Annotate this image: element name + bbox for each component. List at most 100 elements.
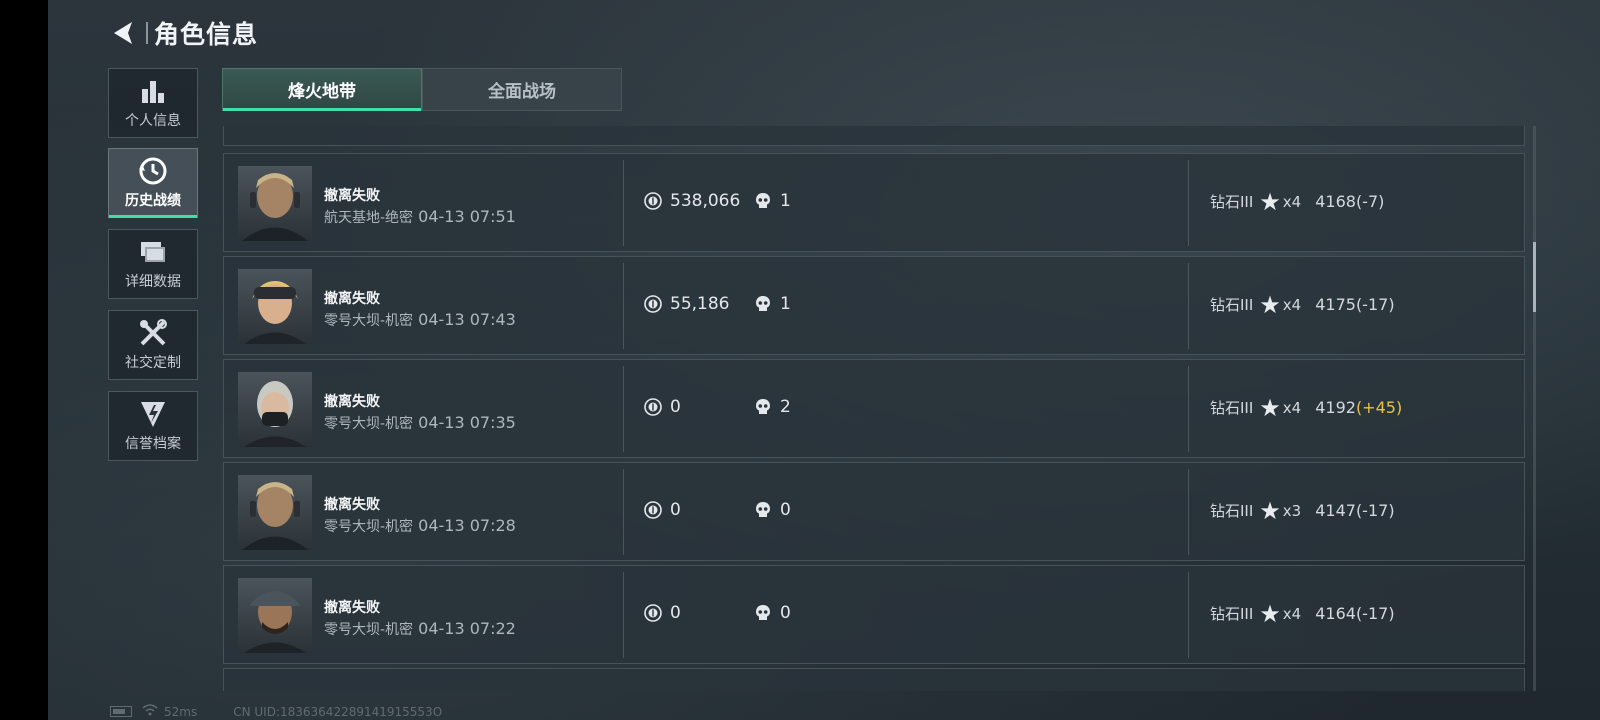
wifi-icon: [142, 704, 158, 719]
rank-score: 4147: [1315, 501, 1356, 520]
coin-icon: [644, 295, 662, 313]
nav-item-history[interactable]: 历史战绩: [108, 148, 198, 218]
money-stat: 0: [644, 500, 681, 520]
map-name: 零号大坝-机密: [324, 313, 414, 329]
rank-score: 4175: [1315, 295, 1356, 314]
column-divider: [1188, 469, 1189, 555]
match-time: 04-13 07:28: [418, 516, 516, 535]
shield-bolt-icon: [138, 399, 168, 429]
rank-info: 钻石III ★ x4 4175 (-17): [1210, 290, 1395, 319]
rank-info: 钻石III ★ x4 4168 (-7): [1210, 187, 1385, 216]
score-delta: (-7): [1355, 192, 1385, 211]
bar-chart-icon: [138, 76, 168, 106]
star-count: x4: [1282, 604, 1302, 623]
rank-info: 钻石III ★ x4 4164 (-17): [1210, 599, 1395, 628]
column-divider: [623, 263, 624, 349]
score-delta: (-17): [1355, 295, 1395, 314]
nav-label: 详细数据: [125, 274, 181, 290]
match-result: 撤离失败: [324, 291, 380, 307]
match-history-list[interactable]: 撤离失败 航天基地-绝密 04-13 07:51 538,066 1 钻石III…: [223, 126, 1525, 691]
score-delta: (+45): [1355, 398, 1403, 417]
match-row-partial-top[interactable]: [223, 126, 1525, 146]
kills-stat: 2: [754, 397, 791, 417]
money-stat: 538,066: [644, 191, 740, 211]
star-icon: ★: [1259, 599, 1281, 628]
kills-stat: 1: [754, 294, 791, 314]
score-delta: (-17): [1355, 604, 1395, 623]
column-divider: [224, 126, 1524, 147]
star-icon: ★: [1259, 393, 1281, 422]
match-meta: 零号大坝-机密 04-13 07:22: [324, 619, 516, 639]
skull-icon: [756, 605, 770, 620]
match-result: 撤离失败: [324, 188, 380, 204]
skull-icon: [756, 193, 770, 208]
match-meta: 零号大坝-机密 04-13 07:35: [324, 413, 516, 433]
player-uid: CN UID:18363642289141915553O: [233, 704, 443, 719]
star-icon: ★: [1259, 187, 1281, 216]
nav-label: 社交定制: [125, 355, 181, 371]
rank-tier: 钻石III: [1210, 502, 1254, 520]
match-time: 04-13 07:43: [418, 310, 516, 329]
nav-item-profile[interactable]: 个人信息: [108, 68, 198, 138]
back-arrow-icon: [114, 22, 132, 44]
scrollbar-track[interactable]: [1533, 126, 1536, 691]
map-name: 零号大坝-机密: [324, 519, 414, 535]
skull-icon: [756, 296, 770, 311]
coin-icon: [644, 192, 662, 210]
folder-icon: [138, 237, 168, 267]
kills-stat: 1: [754, 191, 791, 211]
nav-item-social-custom[interactable]: 社交定制: [108, 310, 198, 380]
skull-icon: [756, 399, 770, 414]
column-divider: [623, 366, 624, 452]
rank-tier: 钻石III: [1210, 399, 1254, 417]
star-count: x4: [1282, 192, 1302, 211]
column-divider: [1188, 263, 1189, 349]
operator-portrait: [238, 372, 312, 447]
tools-icon: [138, 318, 168, 348]
map-name: 零号大坝-机密: [324, 622, 414, 638]
mode-tabs: 烽火地带 全面战场: [222, 68, 622, 111]
rank-score: 4168: [1315, 192, 1356, 211]
kills-stat: 0: [754, 603, 791, 623]
column-divider: [623, 160, 624, 246]
match-row-partial-bottom[interactable]: [223, 668, 1525, 691]
match-row[interactable]: 撤离失败 零号大坝-机密 04-13 07:43 55,186 1 钻石III …: [223, 256, 1525, 355]
match-row[interactable]: 撤离失败 零号大坝-机密 04-13 07:28 0 0 钻石III ★ x3 …: [223, 462, 1525, 561]
nav-item-detailed-data[interactable]: 详细数据: [108, 229, 198, 299]
rank-tier: 钻石III: [1210, 296, 1254, 314]
nav-item-reputation[interactable]: 信誉档案: [108, 391, 198, 461]
column-divider: [623, 469, 624, 555]
match-row[interactable]: 撤离失败 零号大坝-机密 04-13 07:35 0 2 钻石III ★ x4 …: [223, 359, 1525, 458]
match-row[interactable]: 撤离失败 零号大坝-机密 04-13 07:22 0 0 钻石III ★ x4 …: [223, 565, 1525, 664]
coin-icon: [644, 604, 662, 622]
column-divider: [1188, 366, 1189, 452]
nav-label: 信誉档案: [125, 436, 181, 452]
operator-portrait: [238, 475, 312, 550]
history-icon: [138, 156, 168, 186]
back-button[interactable]: [108, 18, 138, 48]
map-name: 零号大坝-机密: [324, 416, 414, 432]
star-icon: ★: [1259, 290, 1281, 319]
match-result: 撤离失败: [324, 497, 380, 513]
star-count: x4: [1282, 295, 1302, 314]
money-stat: 55,186: [644, 294, 729, 314]
rank-tier: 钻石III: [1210, 193, 1254, 211]
match-time: 04-13 07:35: [418, 413, 516, 432]
star-count: x3: [1282, 501, 1302, 520]
kills-stat: 0: [754, 500, 791, 520]
tab-full-battlefield[interactable]: 全面战场: [422, 68, 622, 111]
column-divider: [623, 572, 624, 658]
title-separator: [146, 22, 148, 44]
scrollbar-thumb[interactable]: [1533, 242, 1536, 312]
rank-score: 4164: [1315, 604, 1356, 623]
status-bar: 52ms CN UID:18363642289141915553O: [110, 704, 442, 719]
nav-label: 历史战绩: [125, 193, 181, 209]
page-title: 角色信息: [154, 20, 259, 49]
tab-warzone-extraction[interactable]: 烽火地带: [222, 68, 422, 111]
match-meta: 零号大坝-机密 04-13 07:43: [324, 310, 516, 330]
rank-info: 钻石III ★ x3 4147 (-17): [1210, 499, 1395, 523]
match-row[interactable]: 撤离失败 航天基地-绝密 04-13 07:51 538,066 1 钻石III…: [223, 153, 1525, 252]
coin-icon: [644, 501, 662, 519]
column-divider: [224, 669, 1524, 691]
score-delta: (-17): [1355, 501, 1395, 520]
